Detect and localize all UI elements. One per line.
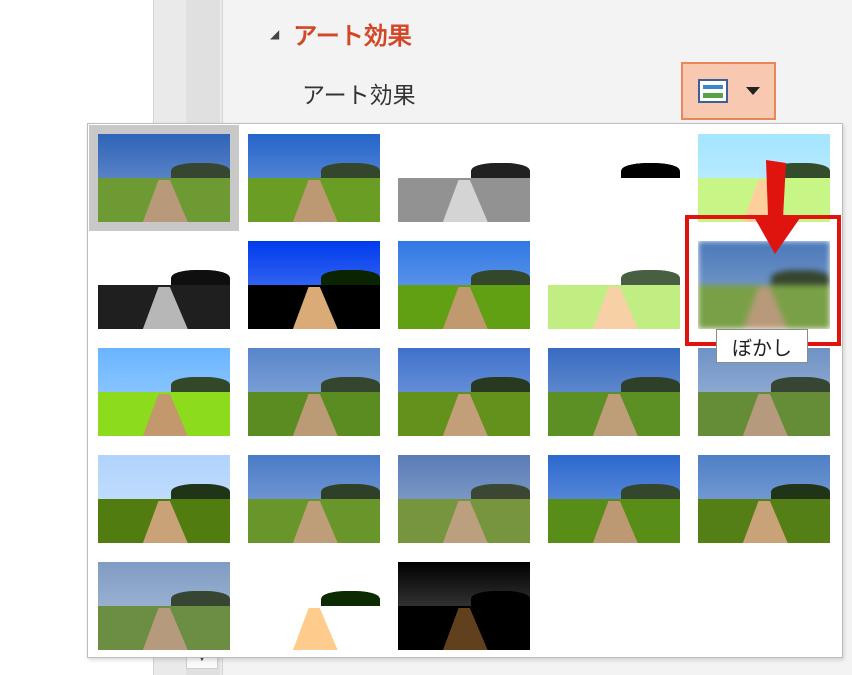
art-effect-crisscross-etching[interactable] (398, 455, 530, 543)
collapse-triangle-icon: ◢ (270, 26, 280, 41)
art-effect-film-grain[interactable] (398, 348, 530, 436)
art-effect-mosaic-bubbles[interactable] (548, 348, 680, 436)
effect-thumbnail (98, 241, 230, 329)
art-effect-glow-edges[interactable] (398, 562, 530, 650)
section-title: アート効果 (293, 22, 412, 50)
art-effect-watercolor-sponge[interactable] (248, 348, 380, 436)
effect-thumbnail (548, 348, 680, 436)
red-arrow-icon (753, 160, 800, 254)
art-effects-gallery (87, 123, 843, 658)
art-effect-pastels-smooth[interactable] (548, 455, 680, 543)
effect-thumbnail (398, 348, 530, 436)
art-effects-section-header[interactable]: ◢ アート効果 (270, 16, 412, 51)
effect-thumbnail (248, 241, 380, 329)
effect-thumbnail (248, 134, 380, 222)
effect-thumbnail (698, 455, 830, 543)
art-effect-plastic-wrap[interactable] (698, 455, 830, 543)
effect-tooltip: ぼかし (716, 329, 808, 363)
effect-thumbnail (398, 134, 530, 222)
art-effect-paint-brush[interactable] (398, 241, 530, 329)
art-effect-texturizer[interactable] (248, 455, 380, 543)
effect-thumbnail (398, 241, 530, 329)
dropdown-arrow-icon (745, 87, 760, 95)
art-effect-paint-strokes[interactable] (248, 241, 380, 329)
effect-thumbnail (248, 562, 380, 650)
art-effects-row-label: アート効果 (302, 83, 416, 109)
art-effect-cement[interactable] (98, 455, 230, 543)
effect-thumbnail (248, 348, 380, 436)
effect-thumbnail (548, 241, 680, 329)
art-effect-glow-diffused[interactable] (548, 241, 680, 329)
effect-thumbnail (398, 455, 530, 543)
effect-thumbnail (98, 562, 230, 650)
art-effects-dropdown-button[interactable] (681, 62, 776, 120)
effect-thumbnail (548, 134, 680, 222)
art-effect-light-screen[interactable] (98, 348, 230, 436)
art-effect-marker[interactable] (248, 134, 380, 222)
effect-thumbnail (398, 562, 530, 650)
art-effects-icon (697, 79, 728, 103)
art-effect-pencil-grayscale[interactable] (398, 134, 530, 222)
art-effect-cutout[interactable] (98, 562, 230, 650)
art-effect-chalk-sketch[interactable] (98, 241, 230, 329)
effect-thumbnail (248, 455, 380, 543)
art-effect-none[interactable] (89, 125, 239, 231)
effect-thumbnail (98, 134, 230, 222)
effect-thumbnail (98, 455, 230, 543)
art-effect-pencil-sketch[interactable] (548, 134, 680, 222)
art-effect-photocopy[interactable] (248, 562, 380, 650)
effect-thumbnail (548, 455, 680, 543)
effect-thumbnail (98, 348, 230, 436)
